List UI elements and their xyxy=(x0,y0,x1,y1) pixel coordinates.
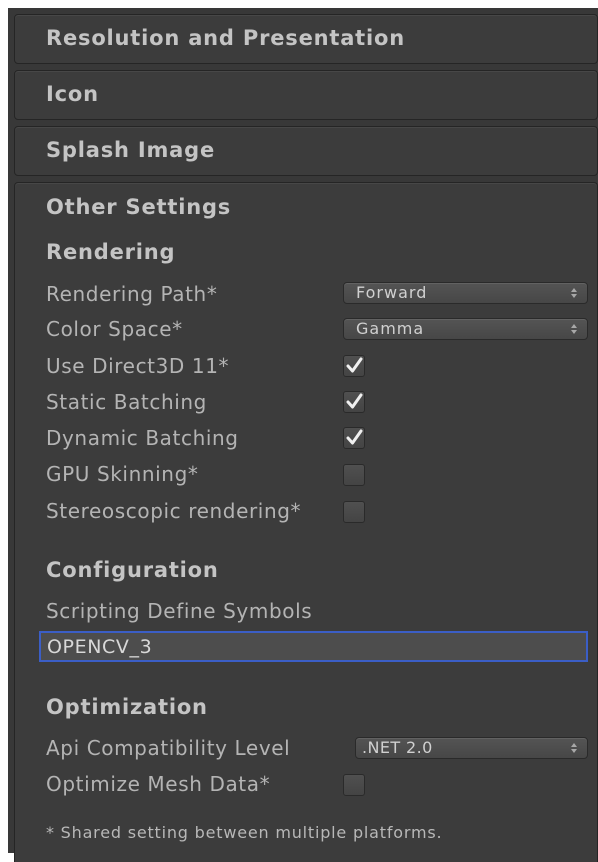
configuration-section-header: Configuration xyxy=(46,558,219,582)
optimize-mesh-data-checkbox[interactable] xyxy=(343,774,365,796)
static-batching-checkbox[interactable] xyxy=(343,391,365,413)
icon-foldout[interactable]: Icon xyxy=(14,70,598,120)
scripting-define-symbols-input[interactable] xyxy=(41,633,586,660)
shared-setting-footnote: * Shared setting between multiple platfo… xyxy=(46,823,443,842)
splash-image-foldout-title: Splash Image xyxy=(46,138,216,162)
checkmark-icon xyxy=(346,357,363,373)
resolution-foldout[interactable]: Resolution and Presentation xyxy=(14,14,598,64)
splash-image-foldout[interactable]: Splash Image xyxy=(14,126,598,176)
rendering-section-header: Rendering xyxy=(46,240,176,264)
checkmark-icon xyxy=(346,393,363,409)
dynamic-batching-checkbox[interactable] xyxy=(343,427,365,449)
checkmark-icon xyxy=(346,429,363,445)
api-compatibility-level-dropdown[interactable]: .NET 2.0 xyxy=(355,737,588,759)
static-batching-label: Static Batching xyxy=(46,390,207,414)
scripting-define-symbols-label: Scripting Define Symbols xyxy=(46,599,313,623)
use-direct3d11-label: Use Direct3D 11* xyxy=(46,354,230,378)
use-direct3d11-checkbox[interactable] xyxy=(343,355,365,377)
dropdown-arrows-icon xyxy=(571,743,577,753)
dynamic-batching-label: Dynamic Batching xyxy=(46,426,239,450)
rendering-path-dropdown[interactable]: Forward xyxy=(343,282,588,304)
api-compatibility-level-value: .NET 2.0 xyxy=(362,738,433,757)
gpu-skinning-checkbox[interactable] xyxy=(343,464,365,486)
optimization-section-header: Optimization xyxy=(46,695,208,719)
optimize-mesh-data-label: Optimize Mesh Data* xyxy=(46,772,271,796)
gpu-skinning-label: GPU Skinning* xyxy=(46,462,199,486)
color-space-value: Gamma xyxy=(356,319,425,338)
api-compatibility-level-label: Api Compatibility Level xyxy=(46,736,291,760)
player-settings-inspector: Resolution and Presentation Icon Splash … xyxy=(8,8,598,862)
stereoscopic-rendering-label: Stereoscopic rendering* xyxy=(46,499,302,523)
stereoscopic-rendering-checkbox[interactable] xyxy=(343,501,365,523)
other-settings-foldout-title: Other Settings xyxy=(46,195,232,219)
rendering-path-value: Forward xyxy=(356,283,428,302)
dropdown-arrows-icon xyxy=(571,324,577,334)
color-space-dropdown[interactable]: Gamma xyxy=(343,318,588,340)
dropdown-arrows-icon xyxy=(571,288,577,298)
resolution-foldout-title: Resolution and Presentation xyxy=(46,26,405,50)
scripting-define-symbols-input-box xyxy=(39,631,588,662)
rendering-path-label: Rendering Path* xyxy=(46,282,218,306)
color-space-label: Color Space* xyxy=(46,317,183,341)
icon-foldout-title: Icon xyxy=(46,82,99,106)
